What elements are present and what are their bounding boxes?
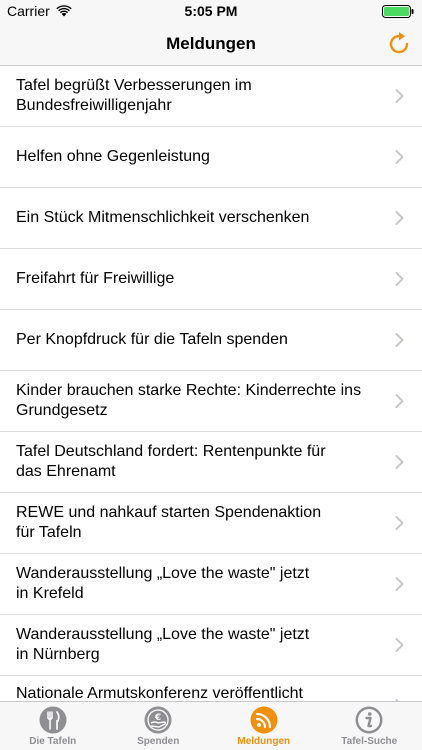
chevron-right-icon	[395, 455, 404, 469]
tab-label: Meldungen	[237, 736, 291, 747]
status-bar: Carrier 5:05 PM	[0, 0, 422, 22]
news-item-title: Wanderausstellung „Love the waste" jetzt…	[16, 626, 310, 663]
chevron-right-icon	[395, 333, 404, 347]
news-list-item[interactable]: Nationale Armutskonferenz veröffentlicht	[0, 676, 422, 701]
news-item-title: Nationale Armutskonferenz veröffentlicht	[16, 685, 303, 701]
news-item-title: Kinder brauchen starke Rechte: Kinderrec…	[16, 382, 362, 419]
navigation-bar: Meldungen	[0, 22, 422, 66]
news-item-title: Tafel Deutschland fordert: Rentenpunkte …	[16, 443, 326, 480]
chevron-right-icon	[395, 89, 404, 103]
tab-bar: Die Tafeln € Spenden Meldungen Tafel-Suche	[0, 701, 422, 750]
chevron-right-icon	[395, 516, 404, 530]
page-title: Meldungen	[166, 34, 256, 53]
donate-hand-icon: €	[144, 706, 172, 734]
news-item-title: Helfen ohne Gegenleistung	[16, 148, 210, 165]
news-item-title: Ein Stück Mitmenschlichkeit verschenken	[16, 209, 310, 226]
news-item-title: Per Knopfdruck für die Tafeln spenden	[16, 331, 288, 348]
status-time: 5:05 PM	[184, 3, 238, 19]
news-list-item[interactable]: Kinder brauchen starke Rechte: Kinderrec…	[0, 371, 422, 432]
chevron-right-icon	[395, 394, 404, 408]
news-list-item[interactable]: Ein Stück Mitmenschlichkeit verschenken	[0, 188, 422, 249]
refresh-button[interactable]	[386, 30, 412, 56]
news-list-item[interactable]: Wanderausstellung „Love the waste" jetzt…	[0, 615, 422, 676]
news-list-item[interactable]: Per Knopfdruck für die Tafeln spenden	[0, 310, 422, 371]
news-item-title: Wanderausstellung „Love the waste" jetzt…	[16, 565, 310, 602]
cutlery-icon	[39, 706, 67, 734]
news-list-item[interactable]: Tafel begrüßt Verbesserungen im Bundesfr…	[0, 66, 422, 127]
news-list-item[interactable]: REWE und nahkauf starten Spendenaktion f…	[0, 493, 422, 554]
tab-label: Tafel-Suche	[341, 736, 398, 747]
chevron-right-icon	[395, 272, 404, 286]
news-item-title: Freifahrt für Freiwillige	[16, 270, 175, 287]
rss-feed-icon	[250, 706, 278, 734]
tab-die-tafeln[interactable]: Die Tafeln	[0, 702, 106, 750]
chevron-right-icon	[395, 150, 404, 164]
news-list-item[interactable]: Freifahrt für Freiwillige	[0, 249, 422, 310]
news-item-title: Tafel begrüßt Verbesserungen im Bundesfr…	[16, 77, 252, 114]
news-list[interactable]: Tafel begrüßt Verbesserungen im Bundesfr…	[0, 66, 422, 701]
svg-text:€: €	[154, 713, 161, 723]
chevron-right-icon	[395, 638, 404, 652]
refresh-icon	[389, 32, 409, 54]
tab-meldungen[interactable]: Meldungen	[211, 702, 317, 750]
news-list-item[interactable]: Helfen ohne Gegenleistung	[0, 127, 422, 188]
battery-icon	[382, 5, 414, 18]
tab-spenden[interactable]: € Spenden	[106, 702, 212, 750]
chevron-right-icon	[395, 211, 404, 225]
tab-label: Spenden	[137, 736, 180, 747]
tab-tafel-suche[interactable]: Tafel-Suche	[317, 702, 422, 750]
news-item-title: REWE und nahkauf starten Spendenaktion f…	[16, 504, 322, 541]
news-list-item[interactable]: Wanderausstellung „Love the waste" jetzt…	[0, 554, 422, 615]
news-list-item[interactable]: Tafel Deutschland fordert: Rentenpunkte …	[0, 432, 422, 493]
info-icon	[355, 706, 383, 734]
chevron-right-icon	[395, 577, 404, 591]
tab-label: Die Tafeln	[29, 736, 77, 747]
